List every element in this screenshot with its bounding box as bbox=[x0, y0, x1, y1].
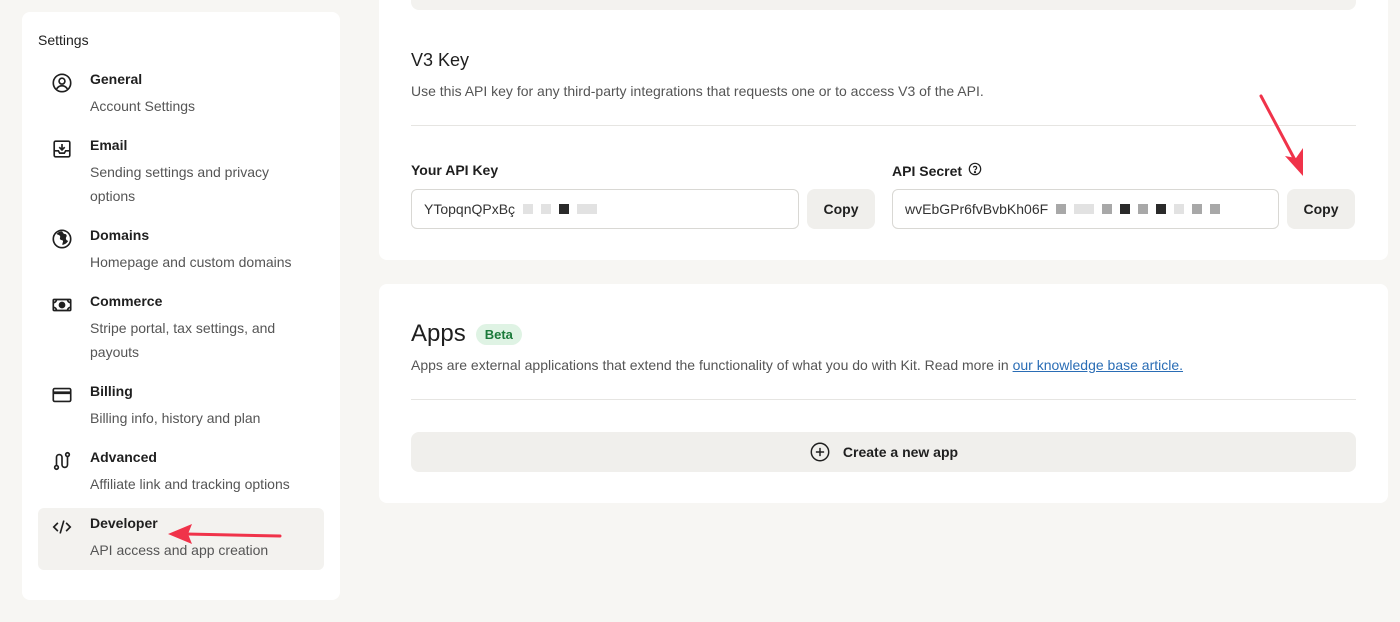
credit-card-icon bbox=[50, 383, 74, 407]
section-divider bbox=[411, 399, 1356, 400]
copy-api-key-button[interactable]: Copy bbox=[807, 189, 875, 229]
inbox-download-icon bbox=[50, 137, 74, 161]
sidebar-item-description: Billing info, history and plan bbox=[90, 410, 261, 426]
settings-sidebar: Settings General Account Settings Email … bbox=[22, 12, 340, 600]
sidebar-item-description: API access and app creation bbox=[90, 542, 269, 558]
redacted-blocks bbox=[1056, 204, 1221, 214]
sidebar-item-label: Advanced bbox=[90, 449, 157, 465]
sidebar-item-description: Affiliate link and tracking options bbox=[90, 476, 290, 492]
help-circle-icon[interactable] bbox=[968, 162, 982, 179]
api-secret-field[interactable]: wvEbGPr6fvBvbKh06F bbox=[892, 189, 1279, 229]
v3-key-panel: V3 Key Use this API key for any third-pa… bbox=[379, 0, 1388, 260]
apps-title-text: Apps bbox=[411, 320, 466, 347]
api-key-label-text: Your API Key bbox=[411, 162, 499, 178]
apps-panel: Apps Beta Apps are external applications… bbox=[379, 284, 1388, 503]
settings-nav: General Account Settings Email Sending s… bbox=[38, 64, 324, 574]
api-secret-value: wvEbGPr6fvBvbKh06F bbox=[905, 201, 1049, 217]
sidebar-item-commerce[interactable]: Commerce Stripe portal, tax settings, an… bbox=[38, 286, 324, 372]
apps-title: Apps Beta bbox=[411, 320, 522, 348]
sidebar-item-label: Billing bbox=[90, 383, 133, 399]
v3-key-description: Use this API key for any third-party int… bbox=[411, 83, 984, 99]
code-icon bbox=[50, 515, 74, 539]
redacted-blocks bbox=[523, 204, 598, 214]
sidebar-item-general[interactable]: General Account Settings bbox=[38, 64, 324, 126]
api-key-value: YTopqnQPxBç bbox=[424, 201, 516, 217]
knowledge-base-link[interactable]: our knowledge base article. bbox=[1013, 357, 1183, 373]
beta-badge: Beta bbox=[475, 323, 522, 345]
sidebar-item-developer[interactable]: Developer API access and app creation bbox=[38, 508, 324, 570]
sidebar-item-billing[interactable]: Billing Billing info, history and plan bbox=[38, 376, 324, 438]
previous-section-bar bbox=[411, 0, 1356, 10]
route-icon bbox=[50, 449, 74, 473]
api-key-label: Your API Key bbox=[411, 162, 498, 178]
copy-api-secret-button[interactable]: Copy bbox=[1287, 189, 1355, 229]
v3-key-title: V3 Key bbox=[411, 50, 470, 70]
sidebar-item-label: Commerce bbox=[90, 293, 163, 309]
create-new-app-button[interactable]: Create a new app bbox=[411, 432, 1356, 472]
sidebar-item-description: Account Settings bbox=[90, 98, 196, 114]
api-secret-label: API Secret bbox=[892, 162, 982, 179]
section-divider bbox=[411, 125, 1356, 126]
api-secret-label-text: API Secret bbox=[892, 162, 963, 179]
sidebar-item-label: General bbox=[90, 71, 143, 87]
api-key-field[interactable]: YTopqnQPxBç bbox=[411, 189, 799, 229]
sidebar-item-email[interactable]: Email Sending settings and privacy optio… bbox=[38, 130, 324, 216]
sidebar-item-label: Developer bbox=[90, 515, 158, 531]
sidebar-title: Settings bbox=[38, 32, 89, 48]
sidebar-item-domains[interactable]: Domains Homepage and custom domains bbox=[38, 220, 324, 282]
plus-circle-icon bbox=[810, 442, 830, 462]
sidebar-item-description: Homepage and custom domains bbox=[90, 254, 292, 270]
sidebar-item-advanced[interactable]: Advanced Affiliate link and tracking opt… bbox=[38, 442, 324, 504]
sidebar-item-label: Email bbox=[90, 137, 128, 153]
sidebar-item-label: Domains bbox=[90, 227, 150, 243]
user-circle-icon bbox=[50, 71, 74, 95]
globe-icon bbox=[50, 227, 74, 251]
banknote-icon bbox=[50, 293, 74, 317]
sidebar-item-description: Sending settings and privacy options bbox=[90, 164, 269, 204]
create-new-app-label: Create a new app bbox=[842, 444, 959, 460]
sidebar-item-description: Stripe portal, tax settings, and payouts bbox=[90, 320, 276, 360]
apps-description: Apps are external applications that exte… bbox=[411, 357, 1183, 373]
apps-description-text: Apps are external applications that exte… bbox=[411, 357, 1013, 373]
